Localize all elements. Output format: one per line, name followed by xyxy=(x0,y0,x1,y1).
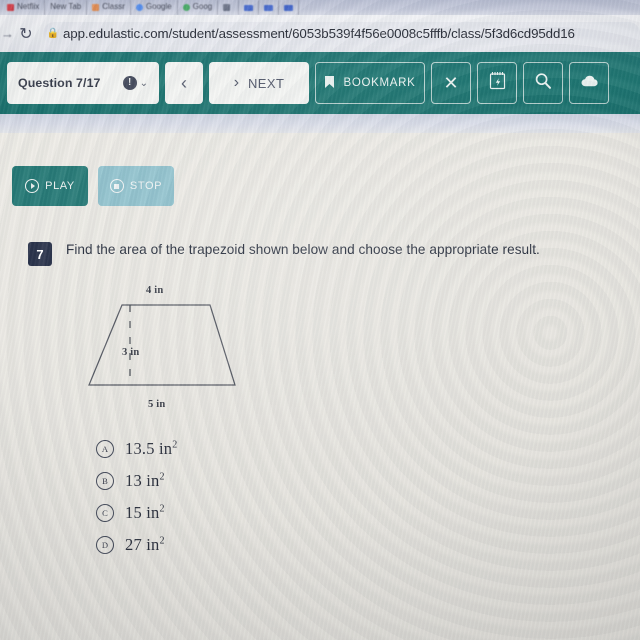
next-button-label: NEXT xyxy=(248,75,285,91)
audio-controls: PLAY STOP xyxy=(12,166,174,206)
answer-choice-c[interactable]: C 15 in2 xyxy=(96,497,177,529)
bookmark-item[interactable] xyxy=(218,0,240,15)
chevron-right-icon: › xyxy=(233,74,240,91)
tab-chip-icon xyxy=(264,4,274,11)
choice-value: 13.5 in xyxy=(125,439,173,458)
google-icon xyxy=(135,4,143,11)
choice-exponent: 2 xyxy=(172,439,178,451)
browser-address-bar: → ↻ 🔒 app.edulastic.com/student/assessme… xyxy=(0,15,640,52)
bookmark-button-label: BOOKMARK xyxy=(343,77,416,89)
question-counter-label: Question 7/17 xyxy=(18,76,101,90)
bookmark-label: Google xyxy=(145,2,172,11)
choice-value: 27 in xyxy=(125,535,160,554)
bookmark-label: New Tab xyxy=(50,2,82,11)
choice-text: 13.5 in2 xyxy=(125,439,177,459)
netflix-icon xyxy=(7,4,14,11)
bookmark-item[interactable]: New Tab xyxy=(45,0,88,15)
choice-exponent: 2 xyxy=(159,503,165,515)
stop-circle-icon xyxy=(109,179,124,193)
magnifier-icon xyxy=(534,72,552,95)
choice-letter: A xyxy=(96,440,114,458)
choice-text: 13 in2 xyxy=(125,471,165,491)
chevron-left-icon: ‹ xyxy=(181,72,187,93)
figure-top-label: 4 in xyxy=(146,285,164,296)
url-input[interactable]: 🔒 app.edulastic.com/student/assessment/6… xyxy=(43,22,640,45)
answer-choice-a[interactable]: A 13.5 in2 xyxy=(96,433,177,465)
choice-letter: B xyxy=(96,472,114,490)
bookmark-item[interactable]: Netflix xyxy=(2,0,46,15)
cloud-icon xyxy=(580,74,599,93)
lock-icon: 🔒 xyxy=(46,28,60,39)
answer-choice-b[interactable]: B 13 in2 xyxy=(96,465,177,497)
bookmark-item[interactable] xyxy=(279,0,300,15)
bookmark-label: Goog xyxy=(192,2,213,11)
close-x-icon: ✕ xyxy=(443,73,459,93)
figure-height-label: 3 in xyxy=(122,347,140,358)
choice-value: 15 in xyxy=(125,503,160,522)
bookmark-item[interactable]: Goog xyxy=(178,0,219,15)
bookmark-item[interactable] xyxy=(259,0,280,15)
previous-question-button[interactable]: ‹ xyxy=(165,62,203,104)
choice-exponent: 2 xyxy=(159,471,165,483)
tab-chip-icon xyxy=(244,4,254,11)
bookmark-flag-icon xyxy=(324,75,335,91)
bookmark-item[interactable] xyxy=(239,0,260,15)
scratchpad-button[interactable] xyxy=(477,62,517,104)
cloud-save-button[interactable] xyxy=(569,62,609,104)
info-icon[interactable]: ! xyxy=(122,76,137,90)
question-header: 7 Find the area of the trapezoid shown b… xyxy=(28,241,540,266)
google-icon xyxy=(182,4,190,11)
tab-chip-icon xyxy=(284,4,294,11)
url-text: app.edulastic.com/student/assessment/605… xyxy=(63,26,575,41)
bookmark-label: Netflix xyxy=(17,2,40,11)
question-prompt-text: Find the area of the trapezoid shown bel… xyxy=(66,242,540,257)
trapezoid-svg xyxy=(88,304,236,386)
trapezoid-figure: 4 in 3 in 5 in xyxy=(80,285,280,415)
question-selector[interactable]: Question 7/17 ! ⌄ xyxy=(7,62,159,104)
bookmark-button[interactable]: BOOKMARK xyxy=(315,62,425,104)
choice-exponent: 2 xyxy=(159,535,165,547)
chevron-down-icon[interactable]: ⌄ xyxy=(140,78,148,89)
play-button-label: PLAY xyxy=(45,180,75,192)
play-circle-icon xyxy=(25,179,40,193)
choice-letter: C xyxy=(96,504,114,522)
stop-button-label: STOP xyxy=(129,180,163,192)
notepad-icon xyxy=(489,71,506,95)
figure-bottom-label: 5 in xyxy=(148,399,166,410)
choice-value: 13 in xyxy=(125,471,160,490)
classroom-icon xyxy=(92,4,100,11)
bookmark-label: Classr xyxy=(102,2,125,11)
next-question-button[interactable]: › NEXT xyxy=(209,62,309,104)
page-top-strip xyxy=(0,114,640,133)
question-number-badge: 7 xyxy=(28,242,52,266)
browser-bookmarks-bar: Netflix New Tab Classr Google Goog xyxy=(0,0,640,15)
bookmark-item[interactable]: Classr xyxy=(87,0,131,15)
play-button[interactable]: PLAY xyxy=(12,166,88,206)
question-content-area: PLAY STOP 7 Find the area of the trapezo… xyxy=(0,133,640,640)
assessment-toolbar: Question 7/17 ! ⌄ ‹ › NEXT BOOKMARK ✕ xyxy=(0,52,640,114)
answer-choice-d[interactable]: D 27 in2 xyxy=(96,529,177,561)
choice-text: 15 in2 xyxy=(125,503,165,523)
bookmark-item[interactable]: Google xyxy=(131,0,178,15)
close-button[interactable]: ✕ xyxy=(431,62,471,104)
choice-text: 27 in2 xyxy=(125,535,165,555)
back-arrow-icon[interactable]: → xyxy=(1,26,14,41)
answer-choices-list: A 13.5 in2 B 13 in2 C 15 in2 D 27 in2 xyxy=(96,433,177,561)
choice-letter: D xyxy=(96,536,114,554)
folder-icon xyxy=(223,4,231,11)
reload-icon[interactable]: ↻ xyxy=(14,24,38,44)
stop-button[interactable]: STOP xyxy=(98,166,174,206)
info-glyph: ! xyxy=(127,77,132,88)
magnifier-button[interactable] xyxy=(523,62,563,104)
